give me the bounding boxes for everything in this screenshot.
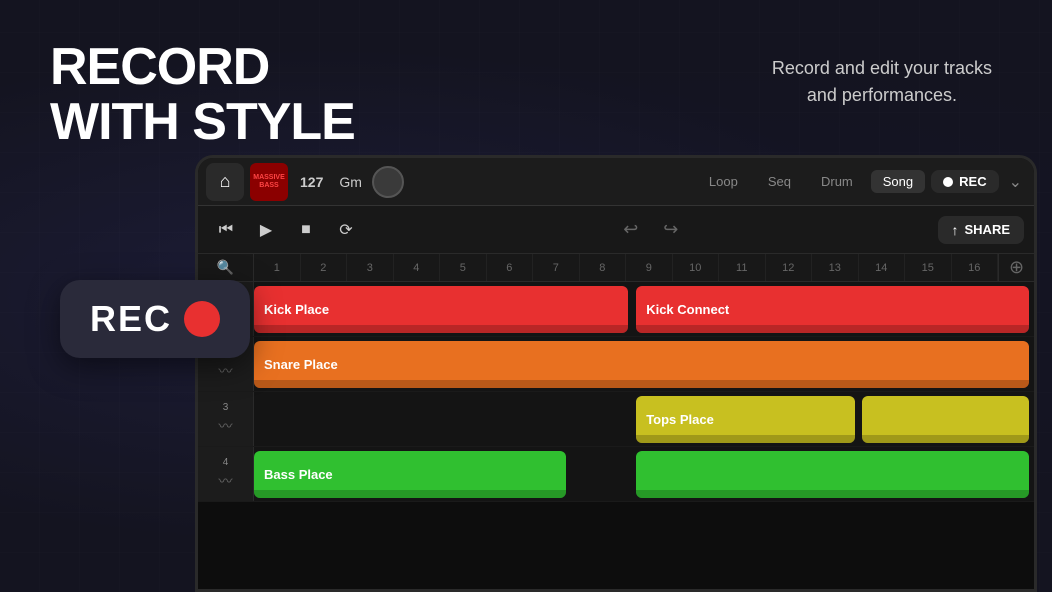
transport-bar: ⏮ ▶ ■ ⟳ ↩ ↪ ↑ SHARE xyxy=(198,206,1034,254)
beat-14: 14 xyxy=(859,254,906,281)
tab-seq[interactable]: Seq xyxy=(756,170,803,193)
tab-drum[interactable]: Drum xyxy=(809,170,865,193)
album-art[interactable]: MASSIVEBASS xyxy=(250,163,288,201)
tagline: Record and edit your tracks and performa… xyxy=(772,55,992,109)
beat-9: 9 xyxy=(626,254,673,281)
rec-label: REC xyxy=(959,174,986,189)
headline-line1: RECORD xyxy=(50,40,355,95)
rec-button[interactable]: REC xyxy=(931,170,998,193)
track-wave-icon-4: 〰 xyxy=(219,471,233,491)
rec-pill[interactable]: REC xyxy=(60,280,250,358)
timeline-numbers: 1 2 3 4 5 6 7 8 9 10 11 12 13 14 15 16 xyxy=(254,254,998,281)
track-block-kick-place[interactable]: Kick Place xyxy=(254,286,628,333)
track-blocks-4[interactable]: Bass Place xyxy=(254,447,1034,501)
track-row-2: 2 〰 Snare Place xyxy=(198,337,1034,392)
beat-7: 7 xyxy=(533,254,580,281)
tagline-line2: and performances. xyxy=(772,82,992,109)
beat-1: 1 xyxy=(254,254,301,281)
search-icon[interactable]: 🔍 xyxy=(217,259,234,276)
rec-dot-icon xyxy=(184,301,220,337)
track-wave-icon-3: 〰 xyxy=(219,416,233,436)
beat-4: 4 xyxy=(394,254,441,281)
nav-bar: ⌂ MASSIVEBASS 127 Gm Loop Seq Drum Song … xyxy=(198,158,1034,206)
track-block-bass-place[interactable]: Bass Place xyxy=(254,451,566,498)
headline: RECORD WITH STYLE xyxy=(50,40,355,149)
share-icon: ↑ xyxy=(952,222,959,238)
track-block-kick-connect[interactable]: Kick Connect xyxy=(636,286,1029,333)
share-label: SHARE xyxy=(965,222,1011,237)
device-frame: ⌂ MASSIVEBASS 127 Gm Loop Seq Drum Song … xyxy=(195,155,1037,592)
tab-loop[interactable]: Loop xyxy=(697,170,750,193)
stop-button[interactable]: ■ xyxy=(288,212,324,248)
bpm-display[interactable]: 127 xyxy=(294,174,329,190)
track-blocks-3[interactable]: Tops Place xyxy=(254,392,1034,446)
track-label-3: 3 〰 xyxy=(198,392,254,446)
tempo-knob[interactable] xyxy=(372,166,404,198)
play-button[interactable]: ▶ xyxy=(248,212,284,248)
tracks-area: 1 〰 Kick Place Kick Connect xyxy=(198,282,1034,589)
beat-2: 2 xyxy=(301,254,348,281)
key-display[interactable]: Gm xyxy=(335,174,366,190)
beat-15: 15 xyxy=(905,254,952,281)
track-row-3: 3 〰 Tops Place xyxy=(198,392,1034,447)
track-blocks-1[interactable]: Kick Place Kick Connect xyxy=(254,282,1034,336)
track-row-4: 4 〰 Bass Place xyxy=(198,447,1034,502)
track-label-4: 4 〰 xyxy=(198,447,254,501)
beat-16: 16 xyxy=(952,254,999,281)
track-block-tops-2[interactable] xyxy=(862,396,1029,443)
undo-button[interactable]: ↩ xyxy=(613,212,649,248)
track-block-tops-place[interactable]: Tops Place xyxy=(636,396,854,443)
beat-10: 10 xyxy=(673,254,720,281)
headline-line2: WITH STYLE xyxy=(50,95,355,150)
track-wave-icon-2: 〰 xyxy=(219,361,233,381)
track-blocks-2[interactable]: Snare Place xyxy=(254,337,1034,391)
tab-song[interactable]: Song xyxy=(871,170,925,193)
beat-5: 5 xyxy=(440,254,487,281)
beat-12: 12 xyxy=(766,254,813,281)
beat-8: 8 xyxy=(580,254,627,281)
rec-pill-label: REC xyxy=(90,298,172,340)
beat-6: 6 xyxy=(487,254,534,281)
share-button[interactable]: ↑ SHARE xyxy=(938,216,1025,244)
timeline-header: 🔍 1 2 3 4 5 6 7 8 9 10 11 12 13 14 15 16… xyxy=(198,254,1034,282)
track-block-snare-place[interactable]: Snare Place xyxy=(254,341,1029,388)
track-num-4: 4 xyxy=(223,457,229,468)
tagline-line1: Record and edit your tracks xyxy=(772,55,992,82)
rec-indicator xyxy=(943,177,953,187)
track-col-header: 🔍 xyxy=(198,254,254,281)
rewind-button[interactable]: ⏮ xyxy=(208,212,244,248)
loop-button[interactable]: ⟳ xyxy=(328,212,364,248)
home-button[interactable]: ⌂ xyxy=(206,163,244,201)
add-track-button[interactable]: ⊕ xyxy=(998,254,1034,281)
beat-13: 13 xyxy=(812,254,859,281)
chevron-down-icon[interactable]: ⌄ xyxy=(1005,172,1026,192)
beat-11: 11 xyxy=(719,254,766,281)
track-block-bass-2[interactable] xyxy=(636,451,1029,498)
beat-3: 3 xyxy=(347,254,394,281)
track-row-1: 1 〰 Kick Place Kick Connect xyxy=(198,282,1034,337)
track-num-3: 3 xyxy=(223,402,229,413)
redo-button[interactable]: ↪ xyxy=(653,212,689,248)
